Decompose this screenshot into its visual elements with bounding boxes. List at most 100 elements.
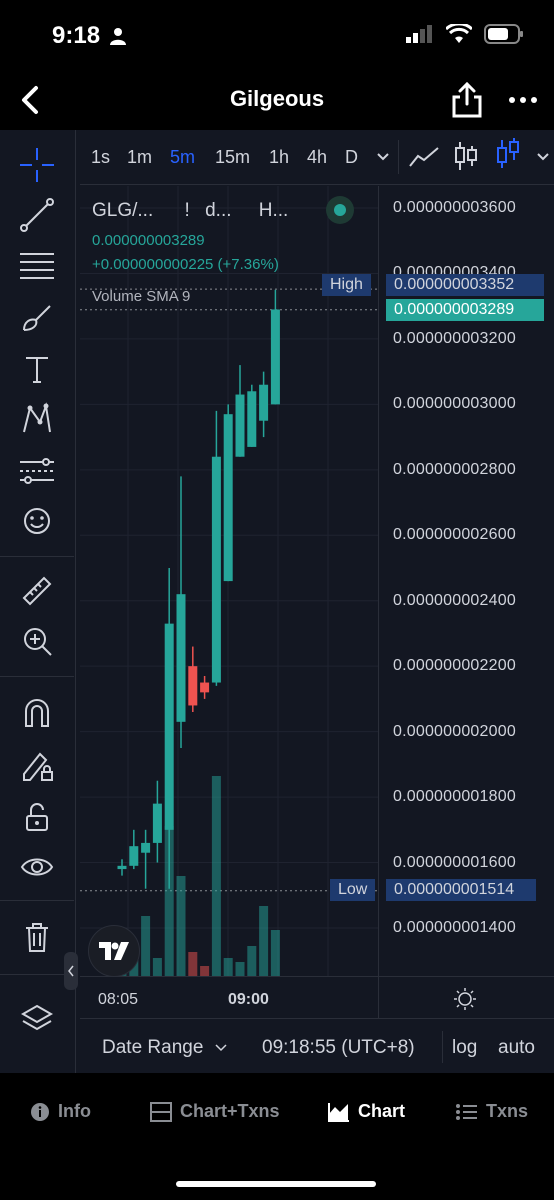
legend-symbol-row[interactable]: GLG/... ! d... H...	[92, 200, 288, 222]
toolbar-divider	[0, 556, 74, 557]
line-chart-icon[interactable]	[408, 144, 440, 170]
candle-body	[200, 682, 210, 693]
hollow-candles-icon[interactable]	[496, 138, 520, 170]
ruler-icon[interactable]	[16, 570, 58, 612]
chevron-down-icon[interactable]	[536, 152, 550, 162]
price-tick-label: 0.000000003600	[393, 199, 516, 216]
settings-sun-icon[interactable]	[453, 987, 477, 1011]
log-scale-toggle[interactable]: log	[452, 1037, 477, 1059]
tab-label: Txns	[486, 1101, 529, 1121]
price-tick-label: 0.000000002400	[393, 591, 516, 609]
low-label: Low	[330, 879, 376, 901]
status-bar: 9:18	[0, 0, 554, 70]
timeframe-1h[interactable]: 1h	[269, 147, 289, 168]
zoom-in-icon[interactable]	[16, 620, 58, 662]
candle-body	[247, 391, 257, 447]
price-tick-label: 0.000000002800	[393, 460, 516, 478]
volume-bar	[247, 946, 257, 976]
candle-body	[211, 456, 221, 683]
tab-label: Info	[58, 1101, 91, 1121]
horizontal-lines-icon[interactable]	[16, 244, 58, 286]
price-tick-label: 0.000000001600	[393, 853, 516, 871]
axis-settings-corner	[378, 976, 554, 1018]
nav-bar: Gilgeous	[0, 70, 554, 130]
low-value: 0.000000001514	[386, 879, 536, 901]
pattern-icon[interactable]	[16, 398, 58, 440]
volume-bar	[270, 930, 280, 976]
signal-icon	[406, 25, 432, 43]
timeframe-15m[interactable]: 15m	[215, 147, 250, 168]
magnet-icon[interactable]	[16, 692, 58, 734]
candle-body	[117, 865, 127, 870]
volume-bar	[152, 958, 162, 976]
trash-icon[interactable]	[16, 916, 58, 958]
tab-info[interactable]: Info	[30, 1101, 91, 1122]
timeframe-D[interactable]: D	[345, 147, 358, 168]
chevron-down-icon[interactable]	[376, 152, 390, 162]
wifi-icon	[446, 24, 472, 43]
drawing-toolbar	[0, 130, 76, 1073]
trend-line-icon[interactable]	[16, 194, 58, 236]
tab-chart-txns[interactable]: Chart+Txns	[150, 1101, 280, 1122]
timezone-clock[interactable]: 09:18:55 (UTC+8)	[262, 1037, 415, 1059]
legend-symbol: GLG/...	[92, 200, 154, 221]
legend-volume-indicator[interactable]: Volume SMA 9	[92, 288, 190, 305]
battery-icon	[484, 24, 523, 44]
market-status-indicator	[326, 196, 354, 224]
volume-bar	[200, 966, 210, 976]
toolbar-divider	[0, 900, 74, 901]
time-axis[interactable]: 08:05 09:00	[80, 976, 378, 1018]
legend-price: 0.000000003289	[92, 232, 205, 249]
legend-field-h: H...	[258, 200, 289, 221]
lock-drawing-icon[interactable]	[16, 744, 58, 786]
volume-bar	[235, 962, 245, 976]
timeframe-4h[interactable]: 4h	[307, 147, 327, 168]
text-icon[interactable]	[16, 348, 58, 390]
share-icon[interactable]	[450, 80, 484, 120]
tradingview-logo-icon	[99, 942, 129, 960]
forecast-icon[interactable]	[16, 450, 58, 492]
volume-bar	[176, 876, 186, 976]
timeframe-5m[interactable]: 5m	[170, 147, 195, 168]
toolbar-divider	[0, 974, 74, 975]
chevron-left-icon	[68, 965, 74, 977]
timeframe-1s[interactable]: 1s	[91, 147, 110, 168]
time-label: 08:05	[98, 991, 139, 1008]
candle-body	[235, 394, 245, 457]
list-icon	[456, 1103, 477, 1120]
volume-bar	[141, 916, 151, 976]
split-icon	[150, 1101, 172, 1122]
tab-chart[interactable]: Chart	[328, 1101, 405, 1122]
chart-bottom-toolbar: Date Range 09:18:55 (UTC+8) log auto	[80, 1018, 554, 1073]
toolbar-divider	[442, 1031, 443, 1063]
tab-txns[interactable]: Txns	[456, 1101, 528, 1122]
layers-icon[interactable]	[16, 998, 58, 1040]
eye-icon[interactable]	[16, 846, 58, 888]
candle-body	[152, 803, 162, 843]
candle-body	[141, 842, 151, 853]
tab-label: Chart+Txns	[180, 1101, 280, 1121]
status-icons	[406, 24, 524, 44]
tradingview-logo[interactable]	[88, 925, 140, 977]
timeframe-toolbar: 1s 1m 5m 15m 1h 4h D	[80, 130, 554, 185]
home-indicator	[176, 1181, 376, 1187]
candle-body	[176, 594, 186, 722]
emoji-icon[interactable]	[16, 500, 58, 542]
date-range-button[interactable]: Date Range	[102, 1037, 227, 1059]
brush-icon[interactable]	[16, 296, 58, 338]
crosshair-icon[interactable]	[16, 144, 58, 186]
volume-bar	[259, 906, 269, 976]
candles-icon[interactable]	[454, 140, 478, 172]
candle-body	[164, 623, 174, 830]
collapse-toolbar-handle[interactable]	[64, 952, 78, 990]
price-tick-label: 0.000000001400	[393, 919, 516, 936]
auto-scale-toggle[interactable]: auto	[498, 1037, 535, 1059]
person-icon	[110, 28, 126, 45]
candle-body	[188, 666, 198, 706]
more-icon[interactable]	[506, 86, 540, 114]
unlock-icon[interactable]	[16, 796, 58, 838]
toolbar-divider	[0, 676, 74, 677]
timeframe-1m[interactable]: 1m	[127, 147, 152, 168]
high-label: High	[322, 274, 371, 296]
price-tick-label: 0.000000003200	[393, 329, 516, 347]
